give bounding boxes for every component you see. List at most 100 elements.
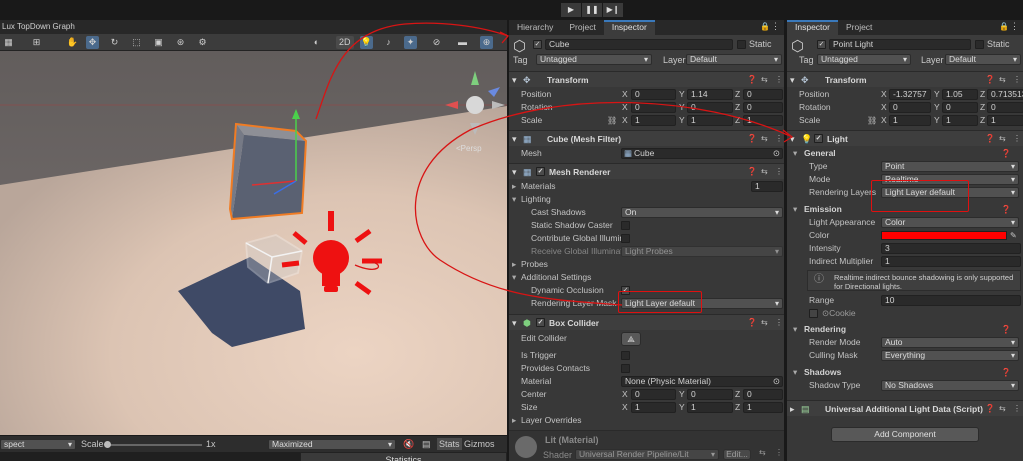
constrain-proportions-icon[interactable]: ⛓ [607, 114, 617, 127]
help-icon[interactable]: ❓ [1001, 147, 1011, 160]
camera-settings-icon[interactable]: ▬ [456, 36, 469, 49]
layer-overrides-foldout[interactable]: ▸ Layer Overrides [509, 414, 784, 427]
expanded-arrow-icon[interactable]: ▾ [793, 323, 797, 336]
lock-icon[interactable]: 🔒 [999, 22, 1009, 31]
urp-light-data-header[interactable]: ▸ ▤ Universal Additional Light Data (Scr… [787, 400, 1023, 416]
rotation-x-field[interactable]: 0 [631, 102, 676, 113]
mesh-renderer-enabled-checkbox[interactable]: ✓ [536, 167, 545, 176]
audio-toggle-icon[interactable]: ♪ [382, 36, 395, 49]
component-menu-icon[interactable]: ⋮ [775, 72, 783, 88]
transform-header[interactable]: ▾ ✥ Transform ❓ ⇆ ⋮ [509, 71, 784, 87]
tag-dropdown[interactable]: Untagged [536, 54, 652, 65]
object-picker-icon[interactable]: ⊙ [773, 377, 780, 386]
help-icon[interactable]: ❓ [747, 164, 757, 180]
center-x-field[interactable]: 0 [631, 389, 676, 400]
cast-shadows-dropdown[interactable]: On [621, 207, 783, 218]
component-menu-icon[interactable]: ⋮ [775, 315, 783, 331]
edit-shader-button[interactable]: Edit... [723, 449, 751, 460]
help-icon[interactable]: ❓ [1001, 203, 1011, 216]
edit-collider-button[interactable]: ⟁ [621, 332, 641, 346]
preset-icon[interactable]: ⇆ [761, 164, 768, 180]
preset-icon[interactable]: ⇆ [999, 401, 1006, 417]
component-menu-icon[interactable]: ⋮ [775, 448, 783, 457]
lighting-toggle-icon[interactable]: 💡 [360, 36, 373, 49]
shader-dropdown[interactable]: Universal Render Pipeline/Lit [575, 449, 719, 460]
contribute-gi-checkbox[interactable] [621, 234, 630, 243]
projection-label[interactable]: <Persp [456, 144, 482, 153]
scale-slider-handle[interactable] [104, 441, 111, 448]
preset-icon[interactable]: ⇆ [759, 448, 766, 457]
add-component-button[interactable]: Add Component [831, 427, 979, 442]
play-button[interactable]: ▶ [561, 3, 581, 17]
help-icon[interactable]: ❓ [1001, 366, 1011, 379]
gizmos-button[interactable]: Gizmos [464, 439, 495, 450]
custom-tool-icon[interactable]: ⚙ [196, 36, 209, 49]
rotation-x-field[interactable]: 0 [889, 102, 931, 113]
help-icon[interactable]: ❓ [747, 131, 757, 147]
light-header[interactable]: ▾ 💡 ✓ Light ❓ ⇆ ⋮ [787, 130, 1023, 146]
snap-icon[interactable]: ⊞ [30, 36, 43, 49]
constrain-proportions-icon[interactable]: ⛓ [867, 114, 877, 127]
transform-header[interactable]: ▾ ✥ Transform ❓ ⇆ ⋮ [787, 71, 1023, 87]
shadows-section[interactable]: ▾ Shadows ❓ [787, 366, 1023, 379]
preset-icon[interactable]: ⇆ [761, 72, 768, 88]
position-z-field[interactable]: 0 [743, 89, 783, 100]
help-icon[interactable]: ❓ [985, 131, 995, 147]
scale-x-field[interactable]: 1 [631, 115, 676, 126]
expanded-arrow-icon[interactable]: ▾ [793, 147, 797, 160]
rect-tool-icon[interactable]: ▣ [152, 36, 165, 49]
foldout-icon[interactable]: ▸ [790, 401, 795, 417]
foldout-icon[interactable]: ▾ [512, 131, 517, 147]
foldout-icon[interactable]: ▾ [790, 72, 795, 88]
maximized-dropdown[interactable]: Maximized [268, 439, 396, 450]
center-z-field[interactable]: 0 [743, 389, 783, 400]
box-collider-header[interactable]: ▾ ⬢ ✓ Box Collider ❓ ⇆ ⋮ [509, 314, 784, 330]
rotation-y-field[interactable]: 0 [942, 102, 978, 113]
panel-menu-icon[interactable]: ⋮ [1010, 21, 1019, 32]
active-checkbox[interactable]: ✓ [817, 40, 826, 49]
toggle-2d-button[interactable]: 2D [336, 36, 354, 49]
size-y-field[interactable]: 1 [687, 402, 733, 413]
cookie-label[interactable]: ⊙Cookie [822, 307, 856, 320]
probes-foldout[interactable]: ▸ Probes [509, 258, 784, 271]
indirect-multiplier-field[interactable]: 1 [881, 256, 1021, 267]
light-color-swatch[interactable] [881, 231, 1007, 240]
object-name-field[interactable]: Point Light [829, 39, 971, 50]
rotation-z-field[interactable]: 0 [987, 102, 1023, 113]
scale-y-field[interactable]: 1 [942, 115, 978, 126]
hidden-objects-icon[interactable]: ⊘ [430, 36, 443, 49]
static-checkbox[interactable] [975, 40, 984, 49]
help-icon[interactable]: ❓ [985, 401, 995, 417]
collapsed-arrow-icon[interactable]: ▸ [512, 180, 516, 193]
scale-y-field[interactable]: 1 [687, 115, 733, 126]
light-enabled-checkbox[interactable]: ✓ [814, 134, 823, 143]
scale-slider[interactable] [104, 441, 202, 448]
component-menu-icon[interactable]: ⋮ [1013, 72, 1021, 88]
tab-inspector[interactable]: Inspector [603, 20, 655, 35]
collapsed-arrow-icon[interactable]: ▸ [512, 258, 516, 271]
scale-z-field[interactable]: 1 [743, 115, 783, 126]
is-trigger-checkbox[interactable] [621, 351, 630, 360]
collapsed-arrow-icon[interactable]: ▸ [512, 414, 516, 427]
foldout-icon[interactable]: ▾ [512, 72, 517, 88]
object-name-field[interactable]: Cube [545, 39, 733, 50]
mute-audio-icon[interactable]: 🔇 [403, 439, 414, 450]
display-dropdown[interactable]: spect [0, 439, 76, 450]
expanded-arrow-icon[interactable]: ▾ [512, 271, 516, 284]
light-appearance-dropdown[interactable]: Color [881, 217, 1019, 228]
component-menu-icon[interactable]: ⋮ [1013, 131, 1021, 147]
shadow-type-dropdown[interactable]: No Shadows [881, 380, 1019, 391]
step-button[interactable]: ▶❙ [603, 3, 623, 17]
foldout-icon[interactable]: ▾ [790, 131, 795, 147]
mesh-field[interactable]: ▦ Cube ⊙ [621, 148, 783, 159]
scale-z-field[interactable]: 1 [987, 115, 1023, 126]
provides-contacts-checkbox[interactable] [621, 364, 630, 373]
layout-icon[interactable]: ▤ [422, 439, 431, 450]
lock-icon[interactable]: 🔒 [760, 22, 770, 31]
tab-inspector[interactable]: Inspector [787, 20, 838, 35]
scene-viewport[interactable]: <Persp [0, 51, 507, 435]
foldout-icon[interactable]: ▾ [512, 164, 517, 180]
static-checkbox[interactable] [737, 40, 746, 49]
position-z-field[interactable]: 0.713513 [987, 89, 1023, 100]
component-menu-icon[interactable]: ⋮ [775, 131, 783, 147]
